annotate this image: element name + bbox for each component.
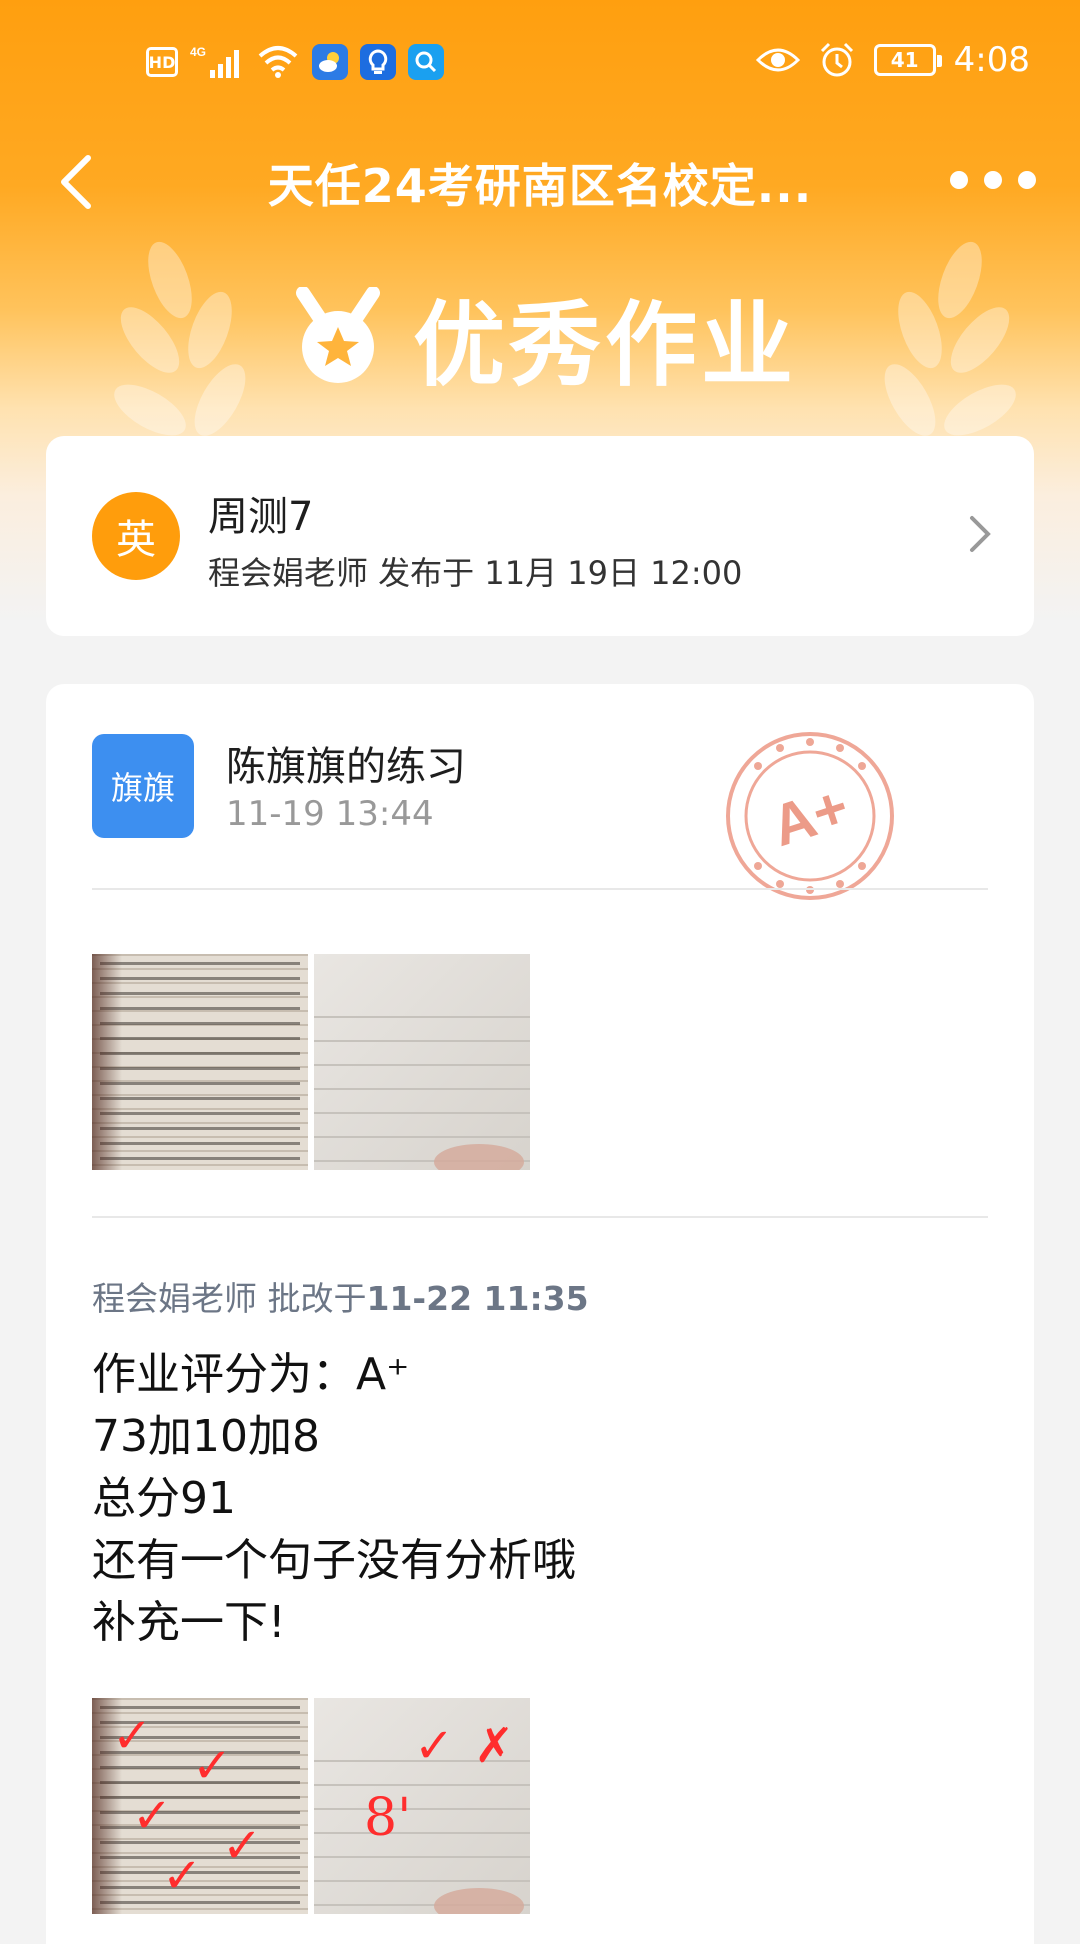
nav-bar: 天任24考研南区名校定... — [0, 140, 1080, 220]
medal-icon — [295, 287, 380, 383]
homework-card[interactable]: 英 周测7 程会娟老师 发布于 11月 19日 12:00 — [46, 436, 1034, 636]
comment-line: 总分91 — [92, 1473, 236, 1524]
wifi-icon — [258, 46, 298, 78]
subject-avatar: 英 — [92, 492, 180, 580]
comment-line: 补充一下! — [92, 1597, 286, 1648]
status-right: 41 4:08 — [755, 40, 1030, 80]
grader-line: 程会娟老师 批改于11-22 11:35 — [92, 1272, 589, 1320]
divider — [92, 1216, 988, 1218]
status-time: 4:08 — [953, 40, 1030, 80]
teacher-comment: 作业评分为：A⁺ 73加10加8 总分91 还有一个句子没有分析哦 补充一下! — [92, 1344, 576, 1654]
score-mark: 8' — [364, 1788, 412, 1848]
check-mark: ✓ — [414, 1718, 455, 1774]
back-arrow-icon[interactable] — [52, 152, 102, 212]
corrected-image-1[interactable]: ✓ ✓ ✓ ✓ ✓ — [92, 1698, 308, 1914]
alarm-icon — [820, 42, 853, 77]
submission-image-1[interactable] — [92, 954, 308, 1170]
corrected-images: ✓ ✓ ✓ ✓ ✓ 8' ✓ ✗ — [92, 1698, 530, 1914]
submission-image-2[interactable] — [314, 954, 530, 1170]
excellent-homework-banner: 优秀作业 — [0, 282, 1080, 399]
homework-meta: 程会娟老师 发布于 11月 19日 12:00 — [208, 554, 743, 592]
corrected-image-2[interactable]: 8' ✓ ✗ — [314, 1698, 530, 1914]
check-mark: ✓ — [112, 1708, 153, 1764]
status-bar: HD 4G 41 4:08 — [0, 36, 1080, 96]
more-dots-icon[interactable] — [950, 168, 1036, 192]
search-app-icon — [408, 44, 444, 80]
student-avatar[interactable]: 旗旗 — [92, 734, 194, 838]
bulb-app-icon — [360, 44, 396, 80]
comment-line: 73加10加8 — [92, 1411, 320, 1462]
grader-time: 11-22 11:35 — [366, 1279, 589, 1318]
grader-name: 程会娟老师 — [92, 1279, 257, 1318]
check-mark: ✓ — [162, 1848, 203, 1904]
eye-icon — [755, 48, 800, 72]
status-left: HD 4G — [146, 44, 444, 80]
svg-text:A+: A+ — [764, 774, 856, 859]
submission-time: 11-19 13:44 — [226, 794, 434, 834]
check-mark: ✓ — [132, 1788, 173, 1844]
submission-name: 陈旗旗的练习 — [226, 744, 466, 790]
submission-images — [92, 954, 530, 1170]
chevron-right-icon[interactable] — [966, 512, 994, 556]
signal-icon: 4G — [190, 45, 239, 78]
submission-card: 旗旗 陈旗旗的练习 11-19 13:44 A+ 程会娟老师 批改于11-22 … — [46, 684, 1034, 1944]
weather-app-icon — [312, 44, 348, 80]
comment-line: 还有一个句子没有分析哦 — [92, 1535, 576, 1586]
comment-line: 作业评分为：A⁺ — [92, 1349, 410, 1400]
hd-badge: HD — [146, 47, 178, 77]
svg-text:4G: 4G — [190, 45, 206, 59]
grade-stamp-icon: A+ — [726, 732, 894, 900]
page-title: 天任24考研南区名校定... — [267, 159, 813, 213]
divider — [92, 888, 988, 890]
check-mark: ✓ — [222, 1818, 263, 1874]
battery-indicator: 41 — [873, 44, 942, 76]
homework-title: 周测7 — [208, 494, 314, 540]
grader-action: 批改于 — [267, 1279, 367, 1318]
banner-title: 优秀作业 — [412, 291, 797, 399]
cross-mark: ✗ — [474, 1718, 515, 1774]
check-mark: ✓ — [192, 1738, 233, 1794]
